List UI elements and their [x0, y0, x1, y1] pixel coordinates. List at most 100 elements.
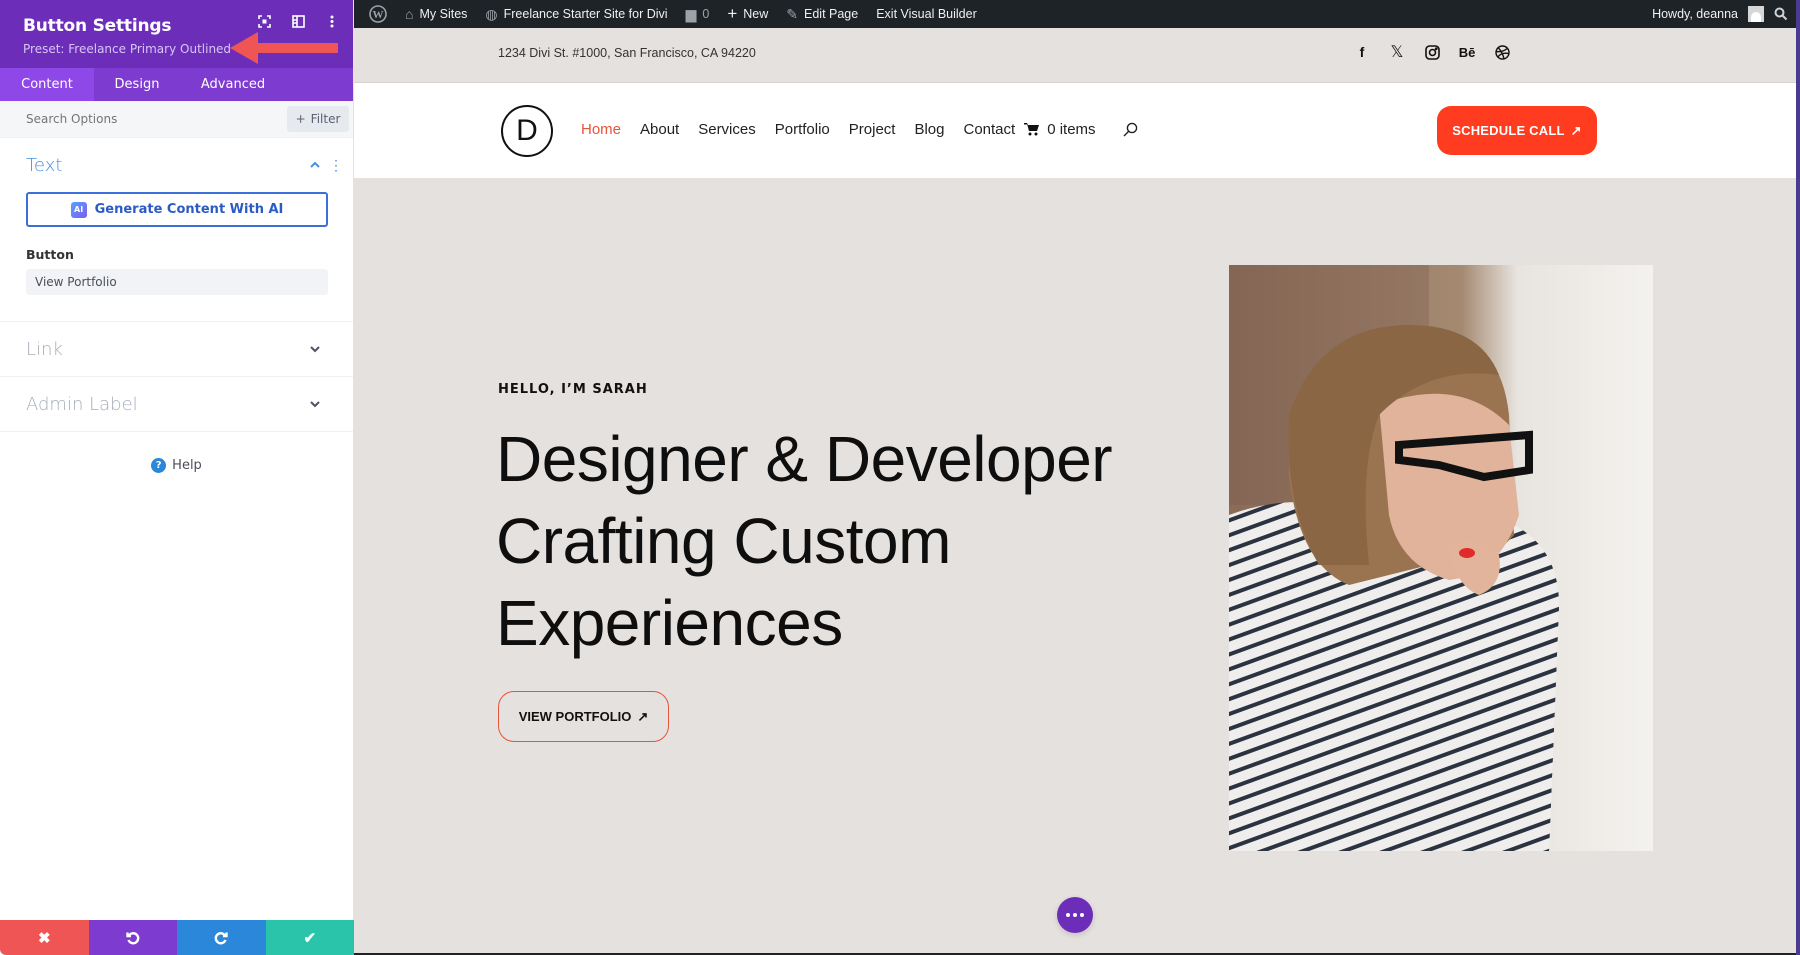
button-text-input[interactable] — [26, 269, 328, 295]
tab-design[interactable]: Design — [94, 68, 180, 101]
menu-item-portfolio[interactable]: Portfolio — [775, 121, 830, 138]
arrow-up-right-icon: ↗ — [1570, 122, 1582, 138]
plus-icon: + — [295, 112, 306, 126]
schedule-call-label: SCHEDULE CALL — [1452, 123, 1565, 138]
tab-advanced[interactable]: Advanced — [180, 68, 286, 101]
hero-title: Designer & Developer Crafting Custom Exp… — [496, 418, 1156, 664]
check-icon: ✔ — [303, 929, 317, 947]
cart-link[interactable]: 0 items — [1024, 121, 1096, 138]
exit-visual-builder-link[interactable]: Exit Visual Builder — [867, 0, 986, 28]
menu-item-about[interactable]: About — [640, 121, 679, 138]
chevron-down-icon — [310, 401, 320, 408]
my-sites-icon: ⌂ — [405, 6, 414, 22]
chevron-up-icon — [310, 161, 320, 168]
hero-portrait-image — [1229, 265, 1653, 851]
social-links: f 𝕏 Bē — [1354, 44, 1510, 61]
site-dashboard-icon: ◍ — [485, 5, 498, 22]
wp-admin-bar-right: Howdy, deanna — [1652, 0, 1788, 28]
hero-title-line: Designer & Developer — [496, 423, 1113, 495]
my-sites-menu[interactable]: ⌂ My Sites — [396, 0, 476, 28]
help-icon: ? — [151, 458, 167, 473]
redo-button[interactable] — [177, 920, 266, 955]
menu-item-project[interactable]: Project — [849, 121, 896, 138]
comments-link[interactable]: ▆ 0 — [677, 0, 719, 28]
close-icon: ✖ — [37, 929, 51, 947]
view-portfolio-label: VIEW PORTFOLIO — [518, 709, 632, 724]
search-options-input[interactable] — [26, 112, 287, 126]
arrow-up-right-icon: ↗ — [637, 708, 649, 724]
help-link[interactable]: ? Help — [0, 458, 353, 473]
site-name-menu[interactable]: ◍ Freelance Starter Site for Divi — [476, 0, 676, 28]
save-button[interactable]: ✔ — [265, 920, 354, 955]
portrait-illustration — [1229, 265, 1653, 851]
generate-ai-button[interactable]: AI Generate Content With AI — [26, 192, 328, 227]
hero-title-line: Crafting Custom — [496, 505, 951, 577]
section-link[interactable]: Link — [0, 322, 353, 377]
site-top-bar: 1234 Divi St. #1000, San Francisco, CA 9… — [354, 28, 1796, 83]
site-logo[interactable]: D — [501, 105, 553, 157]
exit-visual-builder-label: Exit Visual Builder — [876, 7, 977, 21]
dot-icon — [1066, 913, 1070, 917]
ai-icon: AI — [70, 201, 87, 218]
redo-icon — [214, 931, 228, 944]
section-text-toggle[interactable]: Text — [26, 138, 327, 192]
panel-footer: ✖ ✔ — [0, 920, 354, 955]
hero-eyebrow: HELLO, I’M SARAH — [498, 382, 648, 397]
instagram-icon[interactable] — [1424, 44, 1440, 60]
undo-icon — [126, 931, 140, 944]
new-content-menu[interactable]: + New — [718, 0, 777, 28]
pencil-icon: ✎ — [786, 5, 798, 22]
panel-tabs: Content Design Advanced — [0, 68, 353, 101]
site-name-label: Freelance Starter Site for Divi — [503, 7, 668, 21]
menu-item-contact[interactable]: Contact — [964, 121, 1016, 138]
more-vertical-icon[interactable] — [325, 14, 339, 28]
section-options-icon[interactable]: ⋮ — [329, 158, 343, 172]
dot-icon — [1073, 913, 1077, 917]
split-view-icon[interactable] — [291, 14, 305, 28]
dot-icon — [1080, 913, 1084, 917]
panel-header: Button Settings Preset: Freelance Primar… — [0, 0, 353, 68]
behance-icon[interactable]: Bē — [1459, 44, 1476, 60]
focus-icon[interactable] — [257, 14, 271, 28]
button-text-label: Button — [26, 247, 74, 262]
help-label: Help — [172, 458, 202, 473]
search-row: + Filter — [0, 101, 353, 138]
my-sites-label: My Sites — [419, 7, 468, 21]
schedule-call-button[interactable]: SCHEDULE CALL ↗ — [1437, 106, 1597, 155]
tab-content[interactable]: Content — [0, 68, 94, 101]
plus-icon: + — [727, 4, 738, 23]
comment-icon: ▆ — [685, 5, 697, 22]
wp-admin-bar: W ⌂ My Sites ◍ Freelance Starter Site fo… — [354, 0, 1796, 28]
dribbble-icon[interactable] — [1494, 44, 1510, 60]
site-address: 1234 Divi St. #1000, San Francisco, CA 9… — [498, 46, 756, 60]
cancel-button[interactable]: ✖ — [0, 920, 89, 955]
filter-button[interactable]: + Filter — [287, 106, 349, 132]
search-icon[interactable] — [1123, 122, 1138, 137]
wordpress-icon: W — [369, 5, 387, 23]
section-text-title: Text — [26, 154, 63, 176]
menu-item-services[interactable]: Services — [698, 121, 756, 138]
button-settings-panel: Button Settings Preset: Freelance Primar… — [0, 0, 354, 955]
view-portfolio-button[interactable]: VIEW PORTFOLIO ↗ — [498, 691, 669, 742]
edit-page-label: Edit Page — [804, 7, 859, 21]
user-greeting[interactable]: Howdy, deanna — [1652, 7, 1738, 21]
section-admin-label-toggle[interactable]: Admin Label — [26, 377, 327, 431]
section-admin-label[interactable]: Admin Label — [0, 377, 353, 432]
x-icon[interactable]: 𝕏 — [1389, 44, 1405, 61]
facebook-icon[interactable]: f — [1354, 44, 1370, 60]
avatar[interactable] — [1748, 6, 1764, 22]
menu-item-blog[interactable]: Blog — [914, 121, 944, 138]
caret-down-icon: ▼ — [235, 44, 242, 54]
menu-item-home[interactable]: Home — [581, 121, 621, 138]
preset-label: Preset: Freelance Primary Outlined — [23, 42, 232, 56]
section-link-toggle[interactable]: Link — [26, 322, 327, 376]
section-text: Text ⋮ AI Generate Content With AI Butto… — [0, 138, 353, 322]
search-icon[interactable] — [1774, 7, 1788, 21]
edit-page-link[interactable]: ✎ Edit Page — [777, 0, 867, 28]
section-link-title: Link — [26, 338, 63, 360]
page-settings-button[interactable] — [1057, 897, 1093, 933]
preset-selector[interactable]: Preset: Freelance Primary Outlined ▼ — [23, 42, 330, 56]
undo-button[interactable] — [88, 920, 177, 955]
wp-logo-menu[interactable]: W — [360, 0, 396, 28]
cart-icon — [1024, 123, 1040, 136]
